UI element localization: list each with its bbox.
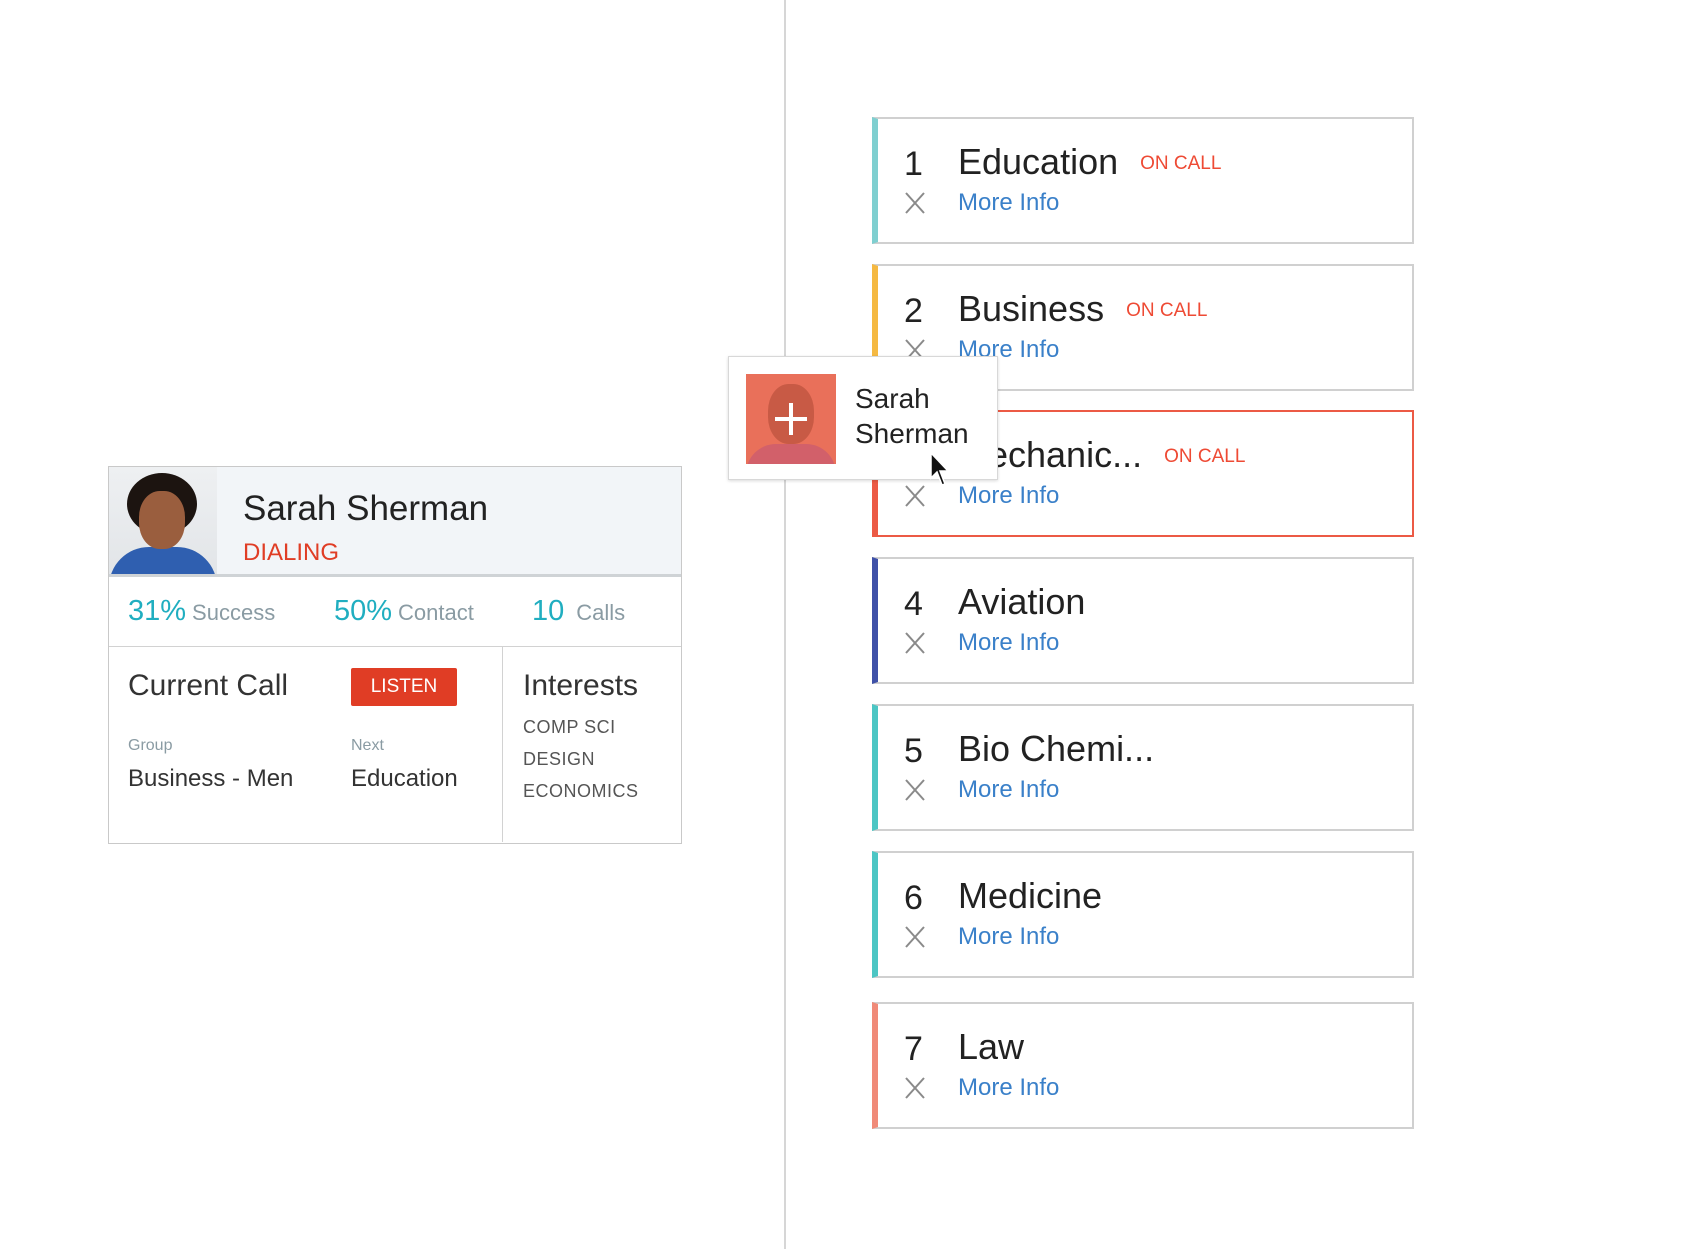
interest-item: DESIGN [523, 749, 596, 769]
more-info-link[interactable]: More Info [958, 1074, 1059, 1102]
queue-card-1[interactable]: 1 Education ON CALL More Info [872, 117, 1414, 244]
queue-title: Bio Chemi... [958, 728, 1155, 769]
more-info-link[interactable]: More Info [958, 629, 1059, 657]
group-value: Business - Men [128, 765, 294, 792]
status-badge: DIALING [243, 539, 340, 566]
interest-item: COMP SCI [523, 717, 616, 737]
on-call-badge: ON CALL [1164, 446, 1246, 468]
close-icon[interactable] [904, 191, 926, 215]
close-icon[interactable] [904, 1076, 926, 1100]
chip-avatar [746, 374, 836, 464]
group-label: Group [128, 737, 173, 754]
next-label: Next [351, 737, 384, 754]
contact-name: Sarah Sherman [243, 489, 489, 528]
queue-title: Law [958, 1026, 1025, 1067]
queue-title: Business ON CALL [958, 288, 1208, 329]
queue-number: 4 [904, 585, 923, 623]
queue-number: 7 [904, 1030, 923, 1068]
queue-number: 2 [904, 292, 923, 330]
queue-title: Mechanic... ON CALL [958, 434, 1246, 475]
close-icon[interactable] [904, 778, 926, 802]
more-info-link[interactable]: More Info [958, 923, 1059, 951]
queue-number: 5 [904, 732, 923, 770]
interest-item: ECONOMICS [523, 781, 639, 801]
queue-card-7[interactable]: 7 Law More Info [872, 1002, 1414, 1129]
queue-title: Education ON CALL [958, 141, 1222, 182]
queue-number: 6 [904, 879, 923, 917]
dragged-contact-chip[interactable]: Sarah Sherman [728, 356, 998, 480]
divider [784, 0, 786, 1249]
more-info-link[interactable]: More Info [958, 482, 1059, 510]
queue-title: Medicine [958, 875, 1103, 916]
plus-icon [775, 403, 807, 435]
close-icon[interactable] [904, 484, 926, 508]
interests-title: Interests [523, 669, 639, 702]
next-value: Education [351, 765, 458, 792]
chip-name: Sarah Sherman [855, 383, 969, 449]
queue-number: 1 [904, 145, 923, 183]
queue-title: Aviation [958, 581, 1086, 622]
queue-card-6[interactable]: 6 Medicine More Info [872, 851, 1414, 978]
listen-button[interactable]: LISTEN [351, 668, 457, 706]
close-icon[interactable] [904, 631, 926, 655]
queue-card-5[interactable]: 5 Bio Chemi... More Info [872, 704, 1414, 831]
current-call-section: Current Call LISTEN Group Business - Men… [109, 647, 503, 842]
stats-row: 31% Success 50% Contact 10 Calls [109, 577, 681, 647]
on-call-badge: ON CALL [1140, 153, 1222, 175]
more-info-link[interactable]: More Info [958, 776, 1059, 804]
close-icon[interactable] [904, 925, 926, 949]
stat-success: 31% Success [128, 595, 276, 627]
mouse-cursor-icon [930, 452, 950, 486]
contact-card: Sarah Sherman DIALING 31% Success 50% Cont… [108, 466, 682, 844]
stat-contact: 50% Contact [334, 595, 474, 627]
on-call-badge: ON CALL [1126, 300, 1208, 322]
interests-section: Interests COMP SCI DESIGN ECONOMICS [503, 647, 639, 842]
more-info-link[interactable]: More Info [958, 189, 1059, 217]
stat-calls: 10 Calls [532, 595, 626, 627]
contact-header: Sarah Sherman DIALING [109, 467, 681, 577]
queue-card-4[interactable]: 4 Aviation More Info [872, 557, 1414, 684]
current-call-title: Current Call [128, 669, 289, 702]
avatar [109, 467, 217, 574]
